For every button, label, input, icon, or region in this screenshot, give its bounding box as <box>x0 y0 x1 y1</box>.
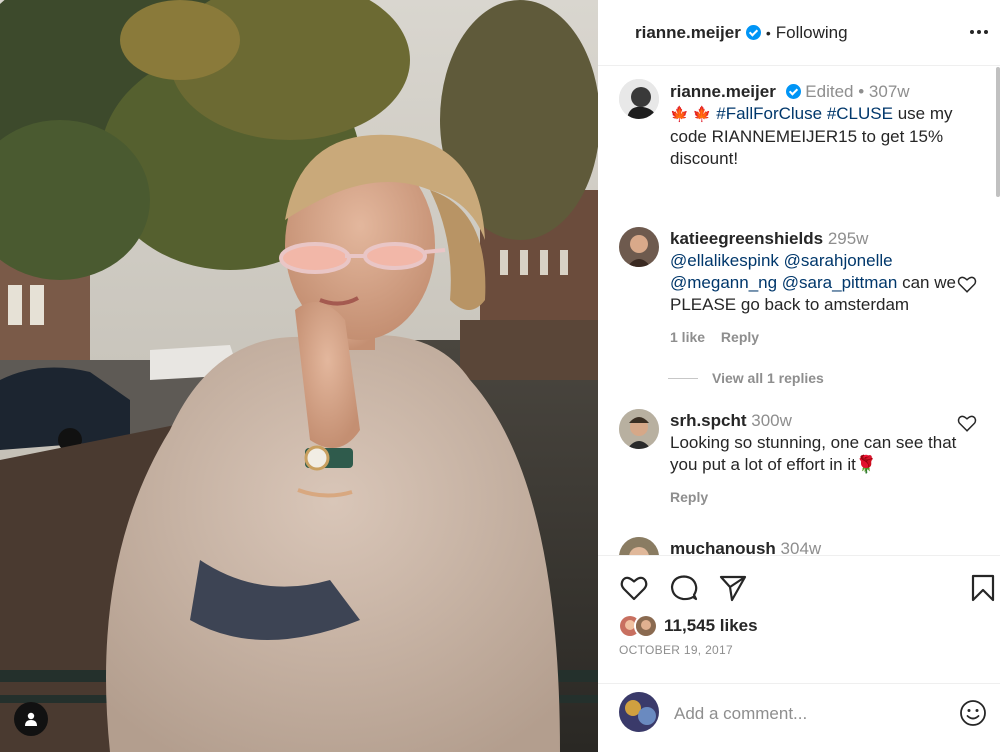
caption-username[interactable]: rianne.meijer <box>670 82 776 101</box>
view-replies-button[interactable]: View all 1 replies <box>668 370 824 386</box>
liker-avatar <box>634 614 658 638</box>
post-actions: 11,545 likes OCTOBER 19, 2017 <box>598 555 1000 683</box>
maple-leaf-emoji: 🍁 🍁 <box>670 106 712 123</box>
post-date[interactable]: OCTOBER 19, 2017 <box>619 643 733 657</box>
comment-age: 300w <box>751 411 792 430</box>
mention-link[interactable]: @sara_pittman <box>782 273 898 292</box>
heart-icon[interactable] <box>619 573 649 603</box>
comment-icon[interactable] <box>669 573 699 603</box>
hashtag-fallforcluse[interactable]: #FallForCluse <box>716 104 822 123</box>
comment-age: 295w <box>827 229 869 248</box>
comment-heart-icon[interactable] <box>956 273 978 295</box>
reply-button[interactable]: Reply <box>670 489 708 505</box>
likes-summary[interactable]: 11,545 likes <box>618 613 758 639</box>
emoji-icon[interactable] <box>958 698 988 728</box>
commenter-avatar[interactable] <box>619 409 659 449</box>
comment-heart-icon[interactable] <box>956 412 978 434</box>
comments-list[interactable]: rianne.meijer Edited • 307w 🍁 🍁 #FallFor… <box>598 67 1000 555</box>
mention-link[interactable]: @ellalikespink <box>670 251 779 270</box>
bookmark-icon[interactable] <box>968 573 998 603</box>
comment-username[interactable]: srh.spcht <box>670 411 747 430</box>
caption-dot: • <box>858 82 865 101</box>
author-avatar[interactable] <box>619 79 659 119</box>
author-username[interactable]: rianne.meijer <box>635 23 741 43</box>
caption-age: 307w <box>868 82 910 101</box>
verified-badge-icon <box>785 84 801 99</box>
post-header: rianne.meijer • Following <box>598 0 1000 66</box>
comment-meta: Reply <box>670 489 720 505</box>
caption-edited: Edited <box>805 82 854 101</box>
comment-age: 304w <box>780 539 822 555</box>
commenter-avatar[interactable] <box>619 227 659 267</box>
add-comment-bar <box>598 683 1000 752</box>
post-image[interactable] <box>0 0 598 752</box>
comments-scrollbar[interactable] <box>996 67 1000 197</box>
post-details-panel: rianne.meijer • Following rianne.meijer … <box>598 0 1000 752</box>
comment-meta: 1 like Reply <box>670 329 771 345</box>
comment-text-block: katieegreenshields 295w @ellalikespink @… <box>670 228 970 316</box>
reply-button[interactable]: Reply <box>721 329 759 345</box>
comment-username[interactable]: katieegreenshields <box>670 229 823 248</box>
more-options-icon[interactable] <box>966 22 992 42</box>
comment-likes[interactable]: 1 like <box>670 329 705 345</box>
post-photo-art <box>0 0 598 752</box>
comment-text-block: muchanoush 304w <box>670 538 970 555</box>
header-separator: • <box>765 24 771 41</box>
caption-text-block: rianne.meijer Edited • 307w 🍁 🍁 #FallFor… <box>670 81 970 170</box>
view-replies-label: View all 1 replies <box>712 370 824 386</box>
user-tag-icon <box>25 712 37 726</box>
comment-input[interactable] <box>674 702 944 726</box>
comment-body: Looking so stunning, one can see that yo… <box>670 433 957 474</box>
verified-badge-icon <box>745 25 761 40</box>
comment-username[interactable]: muchanoush <box>670 539 776 555</box>
commenter-avatar[interactable] <box>619 537 659 555</box>
mention-link[interactable]: @sarahjonelle <box>784 251 893 270</box>
comment-text-block: srh.spcht 300w Looking so stunning, one … <box>670 410 970 476</box>
share-icon[interactable] <box>718 573 748 603</box>
hashtag-cluse[interactable]: #CLUSE <box>827 104 893 123</box>
mention-link[interactable]: @megann_ng <box>670 273 777 292</box>
likes-count[interactable]: 11,545 likes <box>664 616 758 636</box>
user-tag-button[interactable] <box>14 702 48 736</box>
following-button[interactable]: Following <box>776 23 848 43</box>
current-user-avatar <box>619 692 659 732</box>
